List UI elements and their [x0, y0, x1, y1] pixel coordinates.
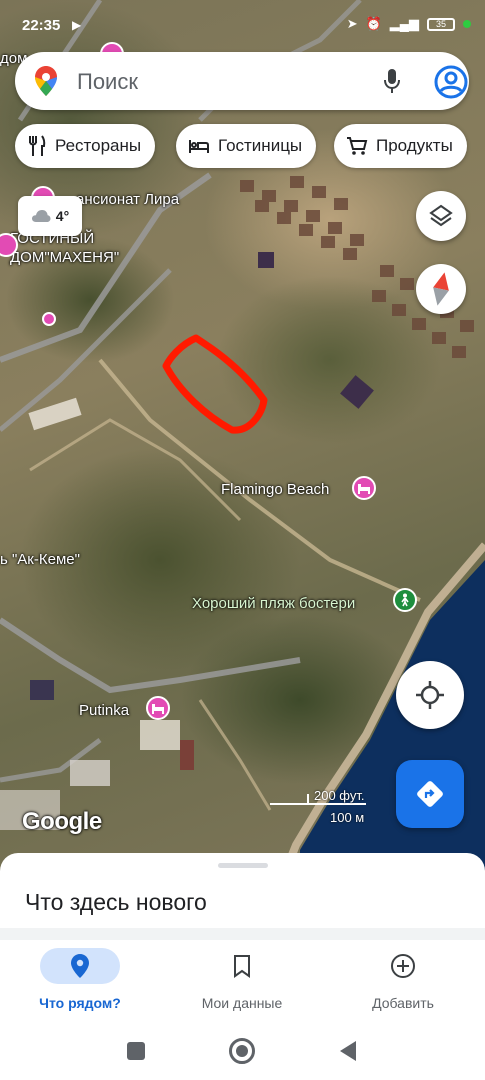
park-marker-icon[interactable]: [393, 588, 417, 612]
label-ak-keme[interactable]: ь "Ак-Кеме": [0, 551, 80, 568]
weather-temp: 4°: [55, 208, 70, 224]
sheet-title: Что здесь нового: [25, 889, 207, 915]
maps-pin-icon: [35, 66, 57, 101]
scale-metric: 100 м: [330, 810, 365, 825]
home-icon[interactable]: [229, 1038, 255, 1064]
bottom-navigation: Что рядом? Мои данные Добавить: [0, 940, 485, 1020]
directions-button[interactable]: [396, 760, 464, 828]
recents-icon[interactable]: [127, 1042, 145, 1060]
youtube-icon: ▶: [72, 18, 82, 32]
location-pin-icon: [71, 954, 89, 978]
nav-explore[interactable]: Что рядом?: [10, 948, 150, 1018]
label-gostiny-2[interactable]: ДОМ"МАХЕНЯ": [10, 249, 119, 266]
chip-groceries-label: Продукты: [376, 136, 453, 155]
status-bar: 22:35 ▶ ➤ ⏰ ▂▄▆ 35: [0, 0, 485, 50]
back-icon[interactable]: [338, 1040, 358, 1062]
compass-icon: [433, 272, 449, 306]
chip-hotels[interactable]: Гостиницы: [176, 124, 317, 168]
bottom-sheet[interactable]: Что здесь нового: [0, 853, 485, 928]
signal-icon: ▂▄▆: [389, 16, 419, 31]
chip-hotels-label: Гостиницы: [218, 136, 303, 155]
hotel-marker-icon[interactable]: [146, 696, 170, 720]
directions-icon: [417, 781, 443, 807]
location-icon: ➤: [346, 16, 358, 31]
label-horoshiy-plyazh[interactable]: Хороший пляж бостери: [192, 595, 355, 612]
my-location-icon: [416, 681, 444, 709]
layers-button[interactable]: [416, 191, 466, 241]
bookmark-icon: [234, 955, 250, 978]
chip-groceries[interactable]: Продукты: [334, 124, 467, 168]
alarm-icon: ⏰: [365, 16, 382, 31]
nav-contribute-label: Добавить: [372, 995, 434, 1011]
chip-restaurants-label: Рестораны: [55, 136, 142, 155]
nav-saved-label: Мои данные: [201, 995, 283, 1011]
battery-icon: 35: [427, 17, 455, 31]
account-icon[interactable]: [434, 65, 468, 104]
camera-dot-icon: [463, 20, 471, 28]
my-location-button[interactable]: [396, 661, 464, 729]
label-putinka[interactable]: Putinka: [79, 702, 129, 719]
search-bar[interactable]: Поиск: [15, 52, 469, 110]
nav-saved[interactable]: Мои данные: [172, 948, 312, 1018]
search-input[interactable]: Поиск: [77, 69, 138, 95]
scale-imperial: 200 фут.: [314, 788, 365, 803]
nav-explore-label: Что рядом?: [39, 995, 121, 1011]
nav-contribute[interactable]: Добавить: [333, 948, 473, 1018]
label-flamingo-beach[interactable]: Flamingo Beach: [221, 481, 329, 498]
add-circle-icon: [391, 954, 415, 978]
mic-icon[interactable]: [382, 68, 402, 99]
chip-restaurants[interactable]: Рестораны: [15, 124, 156, 168]
compass-button[interactable]: [416, 264, 466, 314]
system-navigation-bar: [0, 1020, 485, 1080]
nav-saved-pill: [202, 948, 282, 984]
hotel-marker-icon[interactable]: [42, 312, 56, 326]
label-pansionat[interactable]: ансионат Лира: [76, 191, 179, 208]
red-annotation-outline: [162, 334, 268, 434]
hotel-marker-icon[interactable]: [352, 476, 376, 500]
weather-widget[interactable]: 4°: [18, 196, 82, 236]
bed-icon: [189, 140, 209, 153]
cloud-icon: [31, 210, 51, 222]
cart-icon: [347, 137, 368, 155]
sheet-divider: [0, 928, 485, 940]
sheet-drag-handle[interactable]: [218, 863, 268, 868]
nav-contribute-pill: [363, 948, 443, 984]
layers-icon: [429, 204, 453, 227]
nav-explore-pill: [40, 948, 120, 984]
google-logo: Google: [22, 808, 102, 835]
status-time: 22:35: [22, 17, 61, 34]
fork-knife-icon: [29, 135, 46, 156]
